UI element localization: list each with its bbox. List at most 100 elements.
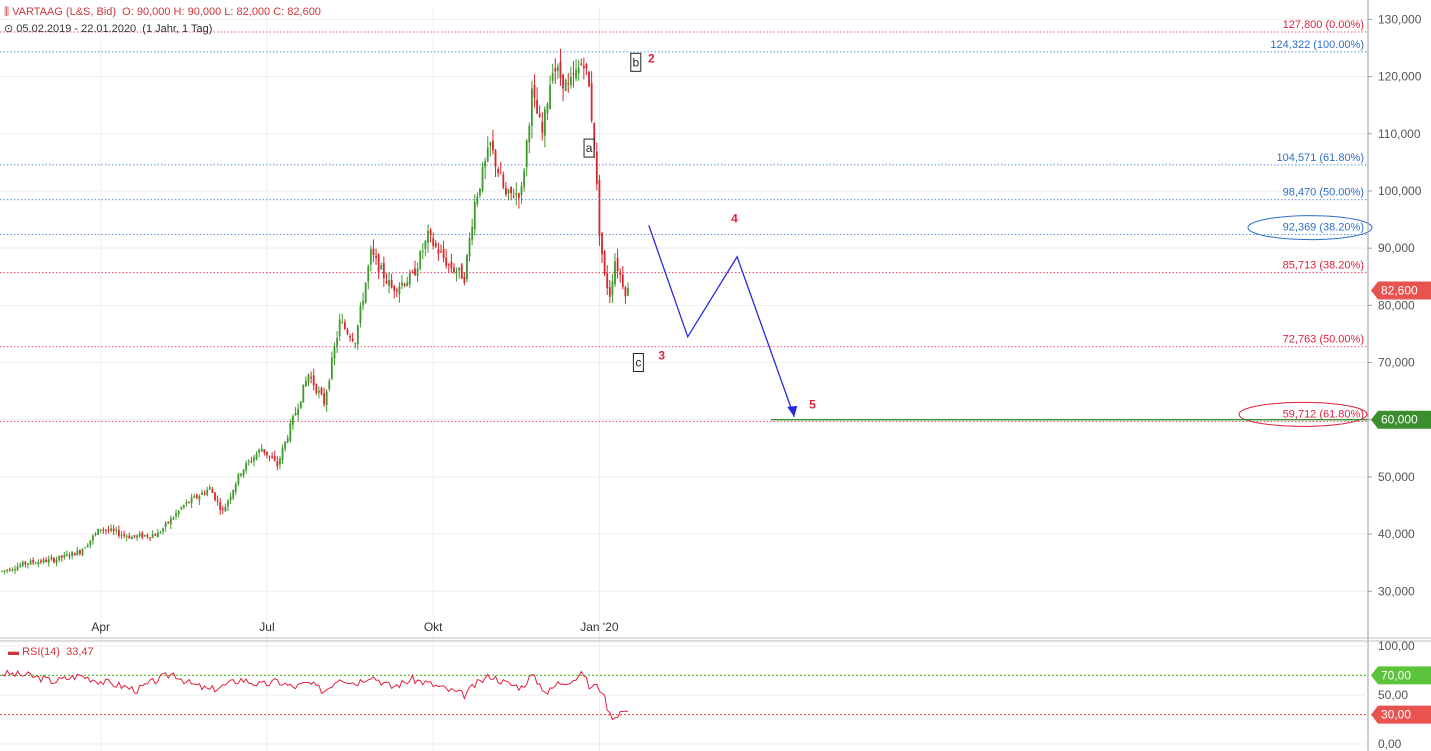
candle-body [289, 423, 292, 441]
candle-body [338, 319, 341, 336]
wave-label: 2 [648, 51, 655, 65]
x-tick-label: Apr [91, 620, 110, 634]
candle-body [247, 461, 250, 463]
candle-body [442, 248, 445, 259]
candle-body [45, 559, 48, 562]
candle-body [411, 271, 414, 273]
candle-body [393, 286, 396, 291]
candle-body [440, 251, 442, 253]
candle-body [292, 415, 294, 425]
wave-label: 5 [809, 397, 816, 411]
candle-body [616, 258, 619, 272]
candle-body [16, 566, 19, 571]
candle-body [528, 125, 531, 143]
rsi-panel: 100,00 50,00 0,00 70,00 30,00 [0, 639, 1431, 751]
candle-body [6, 569, 9, 571]
candle-body [510, 186, 513, 194]
candle-body [102, 529, 105, 531]
candle-body [564, 79, 567, 92]
candle-body [21, 561, 24, 566]
candle-body [627, 288, 629, 296]
candle-body [89, 540, 92, 546]
candle-body [362, 300, 364, 306]
candle-body [76, 550, 79, 556]
candle-body [434, 243, 437, 247]
date-range: ⊙ 05.02.2019 - 22.01.2020 (1 Jahr, 1 Tag… [4, 22, 212, 35]
candle-body [117, 530, 120, 536]
candle-body [182, 505, 185, 508]
candle-body [463, 276, 466, 283]
candle-body [224, 506, 227, 512]
candle-body [63, 554, 66, 558]
candle-body [502, 174, 505, 188]
candle-body [97, 529, 100, 535]
candle-body [297, 408, 300, 415]
candle-body [201, 492, 203, 495]
candle-body [359, 305, 362, 323]
candle-body [588, 72, 590, 87]
candle-body [546, 104, 549, 114]
candle-body [601, 232, 603, 255]
candle-body [273, 456, 276, 461]
wave-box-label: c [635, 356, 641, 370]
candle-body [47, 559, 50, 563]
candle-body [349, 336, 351, 338]
candle-body [29, 560, 32, 565]
candle-body [611, 281, 614, 296]
candle-body [175, 513, 177, 517]
candle-body [479, 188, 481, 196]
candle-body [86, 544, 89, 548]
candle-body [419, 251, 422, 269]
candles [1, 48, 629, 575]
y-tick-label: 40,000 [1378, 527, 1415, 541]
candle-body [364, 282, 367, 303]
y-tick-label: 110,000 [1378, 127, 1421, 141]
candle-body [299, 401, 302, 408]
candle-body [427, 231, 429, 243]
candle-body [146, 535, 149, 537]
candle-body [99, 529, 102, 531]
candle-body [271, 456, 274, 459]
candle-body [517, 193, 520, 199]
candle-body [310, 376, 313, 379]
date-range-text: 05.02.2019 - 22.01.2020 [16, 23, 137, 35]
wave-box-label: a [586, 141, 593, 155]
fib-level-label: 104,571 (61.80%) [1277, 152, 1364, 164]
price-chart[interactable]: 127,800 (0.00%) 124,322 (100.00%) 104,571 … [0, 0, 1431, 751]
y-tick-label: 30,000 [1378, 584, 1415, 598]
candle-body [590, 83, 593, 121]
y-tick-label: 120,000 [1378, 70, 1422, 84]
candle-body [128, 535, 131, 539]
candle-body [130, 536, 133, 540]
y-tick-label: 80,000 [1378, 298, 1415, 312]
candle-body [595, 151, 598, 184]
rsi-level-label: 70,00 [1381, 668, 1411, 682]
candle-body [492, 140, 494, 151]
candle-body [206, 489, 209, 496]
candle-body [14, 569, 16, 571]
candle-body [471, 227, 474, 240]
candle-body [216, 500, 219, 502]
candle-body [367, 266, 370, 282]
candle-body [253, 457, 255, 462]
candle-body [380, 265, 383, 270]
candle-body [351, 338, 354, 342]
candle-body [276, 461, 279, 467]
candle-body [84, 547, 87, 549]
candle-body [559, 61, 562, 78]
candle-body [341, 322, 344, 324]
candle-body [159, 532, 162, 534]
candle-body [294, 412, 297, 416]
candle-body [11, 569, 14, 571]
wave-projection-line [648, 225, 795, 418]
candle-body [585, 63, 588, 69]
candle-body [125, 536, 128, 538]
candle-body [120, 534, 123, 536]
rsi-tick-label: 100,00 [1378, 639, 1415, 653]
candle-body [190, 497, 193, 504]
candle-body [619, 271, 622, 275]
candle-body [466, 254, 468, 280]
candle-body [499, 173, 502, 175]
candle-body [445, 257, 448, 266]
candle-body [281, 447, 284, 461]
